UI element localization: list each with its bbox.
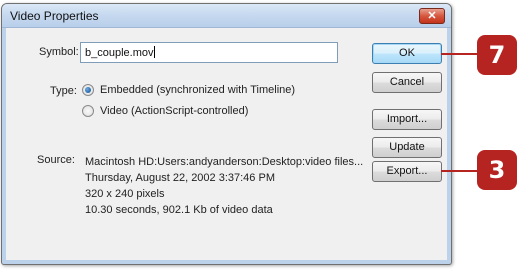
source-label: Source: xyxy=(37,154,75,166)
source-date: Thursday, August 22, 2002 3:37:46 PM xyxy=(85,172,275,184)
source-info: Macintosh HD:Users:andyanderson:Desktop:… xyxy=(85,154,363,218)
title-bar[interactable]: Video Properties ✕ xyxy=(2,4,451,28)
window-title: Video Properties xyxy=(10,9,99,23)
close-icon: ✕ xyxy=(427,10,437,22)
import-button[interactable]: Import... xyxy=(372,109,442,130)
radio-selected-icon[interactable] xyxy=(82,84,94,96)
callout-badge-export: 3 xyxy=(477,150,517,190)
type-label: Type: xyxy=(50,85,77,97)
ok-button[interactable]: OK xyxy=(372,43,442,64)
symbol-value: b_couple.mov xyxy=(85,47,154,59)
update-button[interactable]: Update xyxy=(372,137,442,158)
video-properties-dialog: Video Properties ✕ Symbol: b_couple.mov … xyxy=(1,3,452,265)
source-path: Macintosh HD:Users:andyanderson:Desktop:… xyxy=(85,156,364,168)
symbol-input[interactable]: b_couple.mov xyxy=(80,42,338,63)
close-button[interactable]: ✕ xyxy=(419,8,445,24)
text-caret xyxy=(153,46,155,58)
type-option-embedded-label: Embedded (synchronized with Timeline) xyxy=(100,84,296,96)
type-option-video[interactable]: Video (ActionScript-controlled) xyxy=(82,105,248,117)
callout-line-export xyxy=(441,170,481,172)
export-button[interactable]: Export... xyxy=(372,161,442,182)
radio-unselected-icon[interactable] xyxy=(82,105,94,117)
source-dimensions: 320 x 240 pixels xyxy=(85,188,165,200)
callout-line-ok xyxy=(441,53,481,55)
type-option-video-label: Video (ActionScript-controlled) xyxy=(100,105,249,117)
source-duration: 10.30 seconds, 902.1 Kb of video data xyxy=(85,204,273,216)
type-option-embedded[interactable]: Embedded (synchronized with Timeline) xyxy=(82,84,295,96)
symbol-label: Symbol: xyxy=(39,46,79,58)
callout-badge-ok: 7 xyxy=(477,35,517,75)
cancel-button[interactable]: Cancel xyxy=(372,72,442,93)
